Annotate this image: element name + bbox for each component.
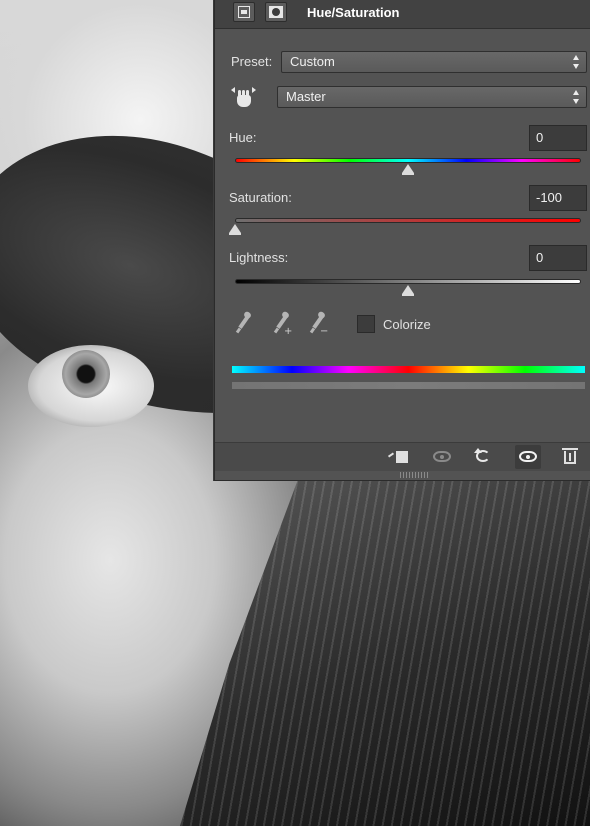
output-color-bar bbox=[232, 382, 585, 389]
eyedropper-minus-icon[interactable]: − bbox=[307, 310, 329, 338]
lightness-slider-track[interactable] bbox=[235, 279, 581, 284]
colorize-checkbox[interactable] bbox=[357, 315, 375, 333]
clip-to-layer-button[interactable] bbox=[387, 445, 413, 469]
saturation-input[interactable]: -100 bbox=[529, 185, 587, 211]
preset-label: Preset: bbox=[231, 54, 273, 69]
delete-button[interactable] bbox=[557, 445, 583, 469]
hue-label: Hue: bbox=[229, 130, 257, 145]
dropdown-arrows-icon bbox=[573, 90, 580, 104]
panel-footer bbox=[215, 442, 590, 471]
adjustment-layer-icon[interactable] bbox=[233, 2, 255, 22]
reset-button[interactable] bbox=[471, 445, 497, 469]
hair bbox=[180, 466, 590, 826]
delete-icon bbox=[562, 448, 578, 464]
panel-header: Hue/Saturation bbox=[215, 0, 590, 29]
eyedropper-plus-icon[interactable]: + bbox=[271, 310, 293, 338]
panel-title: Hue/Saturation bbox=[307, 5, 400, 20]
channel-value: Master bbox=[286, 89, 326, 104]
toggle-visibility-button[interactable] bbox=[515, 445, 541, 469]
iris bbox=[62, 350, 110, 398]
eyedropper-icon[interactable] bbox=[233, 310, 255, 338]
channel-dropdown[interactable]: Master bbox=[277, 86, 587, 108]
preset-dropdown[interactable]: Custom bbox=[281, 51, 587, 73]
clip-to-layer-icon bbox=[396, 451, 408, 463]
colorize-label: Colorize bbox=[383, 317, 431, 332]
lightness-input[interactable]: 0 bbox=[529, 245, 587, 271]
dropdown-arrows-icon bbox=[573, 55, 580, 69]
view-previous-state-button[interactable] bbox=[429, 445, 455, 469]
hue-slider-track[interactable] bbox=[235, 158, 581, 163]
lightness-slider-thumb[interactable] bbox=[402, 285, 414, 296]
input-color-bar bbox=[232, 366, 585, 373]
reset-icon bbox=[474, 448, 490, 462]
targeted-adjustment-hand-icon[interactable] bbox=[229, 84, 259, 112]
toggle-visibility-icon bbox=[519, 451, 537, 462]
properties-panel: Hue/Saturation Preset: Custom Master Hue… bbox=[214, 0, 590, 481]
saturation-label: Saturation: bbox=[229, 190, 292, 205]
preset-value: Custom bbox=[290, 54, 335, 69]
saturation-slider-thumb[interactable] bbox=[229, 224, 241, 235]
view-previous-state-icon bbox=[433, 451, 451, 462]
saturation-slider-track[interactable] bbox=[235, 218, 581, 223]
hue-slider-thumb[interactable] bbox=[402, 164, 414, 175]
lightness-label: Lightness: bbox=[229, 250, 289, 265]
panel-resize-grip[interactable] bbox=[400, 472, 428, 478]
layer-mask-icon[interactable] bbox=[265, 2, 287, 22]
hue-input[interactable]: 0 bbox=[529, 125, 587, 151]
